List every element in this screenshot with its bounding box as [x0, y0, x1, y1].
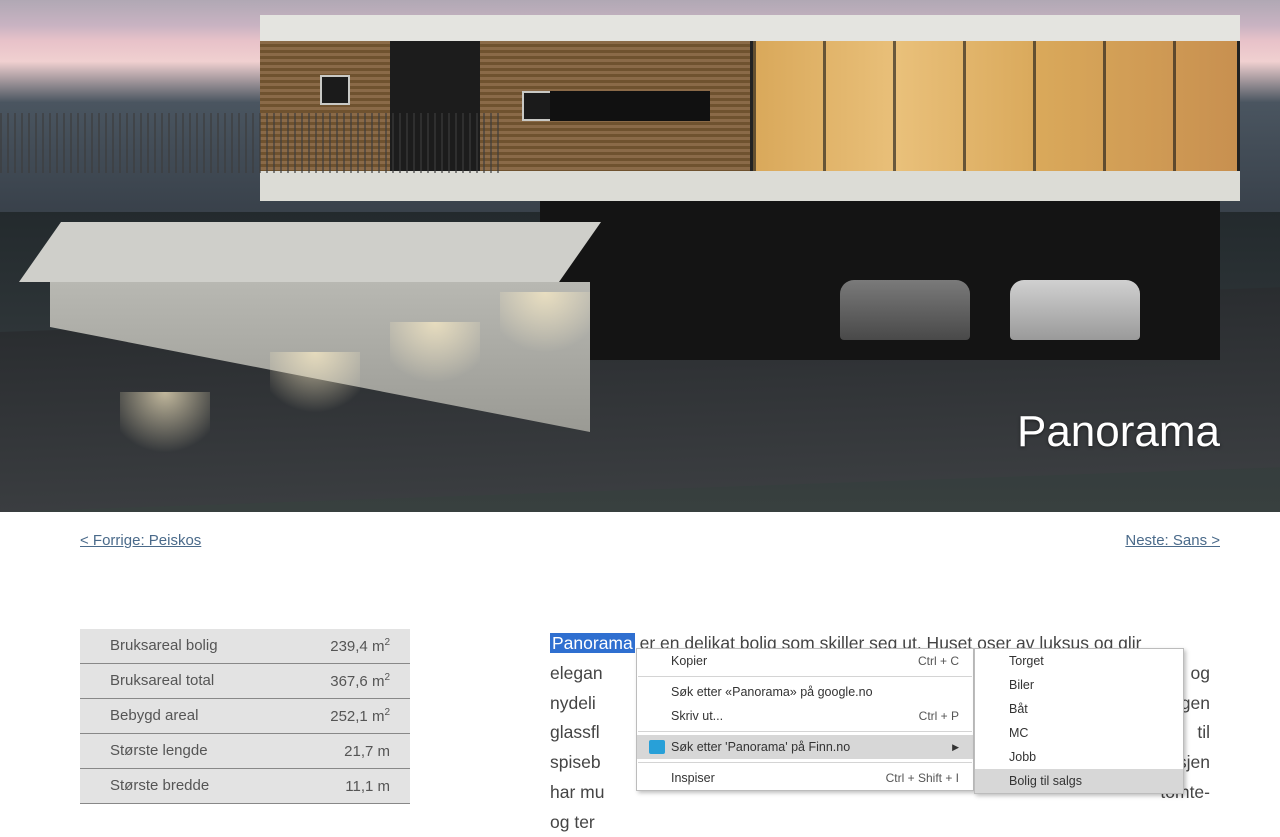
submenu-item-mc[interactable]: MC [975, 721, 1183, 745]
spec-row: Bebygd areal252,1 m2 [80, 699, 410, 734]
submenu-item-biler[interactable]: Biler [975, 673, 1183, 697]
spec-row: Bruksareal total367,6 m2 [80, 664, 410, 699]
spec-row: Bruksareal bolig239,4 m2 [80, 629, 410, 664]
ctx-separator [638, 731, 972, 732]
submenu-item-bat[interactable]: Båt [975, 697, 1183, 721]
context-menu: Kopier Ctrl + C Søk etter «Panorama» på … [636, 648, 974, 791]
carport [540, 200, 1220, 360]
house-render [260, 15, 1260, 215]
submenu-item-jobb[interactable]: Jobb [975, 745, 1183, 769]
selected-text: Panorama [550, 633, 635, 653]
context-submenu: Torget Biler Båt MC Jobb Bolig til salgs [974, 648, 1184, 794]
next-link[interactable]: Neste: Sans > [1125, 532, 1220, 549]
submenu-item-torget[interactable]: Torget [975, 649, 1183, 673]
spec-row: Største lengde21,7 m [80, 734, 410, 769]
specs-table: Bruksareal bolig239,4 m2 Bruksareal tota… [80, 629, 410, 837]
prev-link[interactable]: < Forrige: Peiskos [80, 532, 201, 549]
ctx-separator [638, 676, 972, 677]
hero-image: Panorama [0, 0, 1280, 512]
finn-icon [647, 739, 667, 755]
ctx-item-finn-search[interactable]: Søk etter 'Panorama' på Finn.no ▶ [637, 735, 973, 759]
submenu-item-bolig-til-salgs[interactable]: Bolig til salgs [975, 769, 1183, 793]
spec-row: Største bredde11,1 m [80, 769, 410, 804]
ctx-item-print[interactable]: Skriv ut... Ctrl + P [637, 704, 973, 728]
ctx-item-inspect[interactable]: Inspiser Ctrl + Shift + I [637, 766, 973, 790]
ctx-item-copy[interactable]: Kopier Ctrl + C [637, 649, 973, 673]
hero-title: Panorama [1017, 407, 1220, 457]
ctx-item-google-search[interactable]: Søk etter «Panorama» på google.no [637, 680, 973, 704]
submenu-arrow-icon: ▶ [952, 742, 959, 753]
ctx-separator [638, 762, 972, 763]
retaining-wall [0, 222, 620, 452]
